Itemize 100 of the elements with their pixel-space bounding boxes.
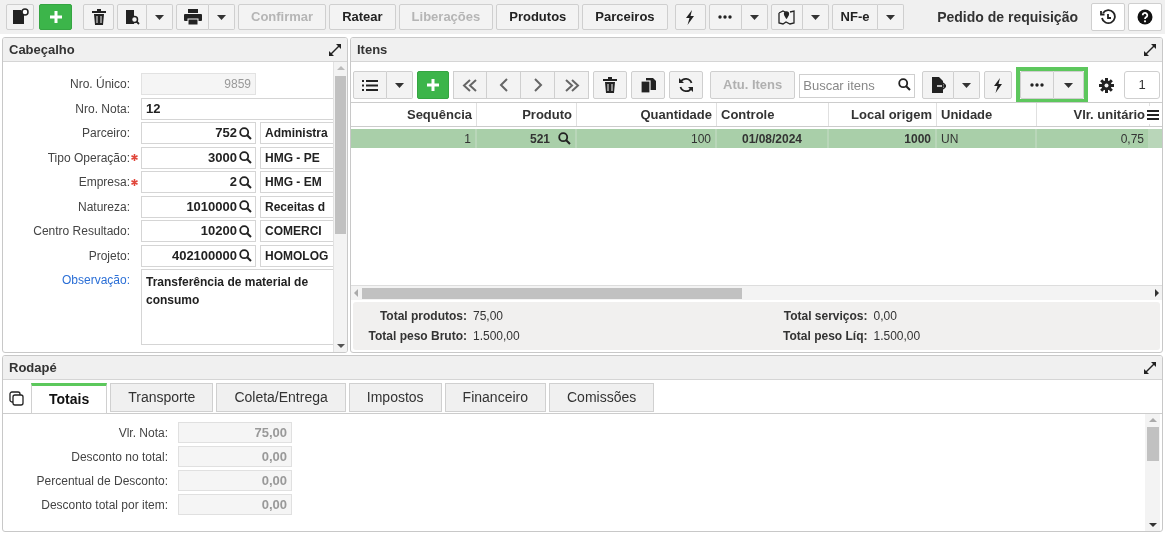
column-header[interactable]: Controle (717, 103, 829, 126)
new-document-button[interactable] (6, 4, 34, 30)
next-button[interactable] (521, 71, 555, 99)
search-icon (239, 126, 252, 140)
print-button[interactable] (176, 4, 209, 30)
search-icon (558, 132, 571, 145)
lookup-field[interactable]: 2 (141, 171, 256, 193)
total-label: Total peso Líq: (782, 328, 868, 345)
column-header[interactable]: Unidade (937, 103, 1037, 126)
search-icon (239, 249, 252, 262)
page-field[interactable]: 1 (1124, 71, 1160, 99)
tab[interactable]: Transporte (110, 383, 214, 412)
caret-icon (962, 82, 972, 88)
last-button[interactable] (555, 71, 589, 99)
panel-title: Cabeçalho (9, 40, 75, 59)
total-value: 0,00 (873, 308, 897, 325)
lookup-field[interactable]: 1010000 (141, 195, 256, 218)
tab[interactable]: Comissões (549, 383, 655, 412)
input-field[interactable]: HOMOLOG (260, 244, 333, 267)
dropdown-button[interactable] (387, 71, 413, 99)
field-label: Nro. Nota: (75, 100, 130, 118)
table-cell: 521 (477, 129, 575, 148)
total-value: 75,00 (473, 308, 504, 325)
input-field[interactable]: HMG - PE (260, 146, 333, 169)
expand-icon (1144, 361, 1156, 374)
total-value: 1.500,00 (473, 328, 520, 345)
action-button[interactable] (674, 4, 706, 30)
list-button[interactable] (353, 71, 387, 99)
table-cell: 01/08/2024 (717, 129, 827, 148)
add-button[interactable] (39, 4, 72, 30)
plus-icon (426, 78, 440, 92)
button[interactable]: Produtos (496, 4, 580, 30)
button[interactable]: Parceiros (582, 4, 668, 30)
dropdown-button[interactable] (147, 4, 173, 30)
tab[interactable]: Financeiro (444, 383, 546, 412)
lookup-field[interactable]: 752 (141, 122, 256, 144)
column-header[interactable]: Produto (477, 103, 577, 126)
action-button[interactable] (984, 71, 1013, 99)
search-field[interactable]: Buscar itens (799, 73, 916, 98)
more-button[interactable] (708, 4, 742, 30)
scrollbar[interactable] (1145, 414, 1160, 531)
history-button[interactable] (1091, 3, 1125, 31)
tab[interactable]: Impostos (348, 383, 442, 412)
input-field[interactable]: Receitas d (260, 195, 333, 218)
field-label: Parceiro: (81, 125, 130, 142)
field-label: Centro Resultado: (33, 223, 130, 240)
more-button[interactable] (1020, 71, 1055, 99)
panel-title: Rodapé (9, 358, 57, 377)
input-field[interactable]: Administra (260, 122, 333, 144)
button[interactable]: Ratear (329, 4, 396, 30)
tab[interactable]: Totais (31, 383, 108, 414)
first-button[interactable] (453, 71, 487, 99)
refresh-button[interactable] (669, 71, 703, 99)
history-icon (1100, 9, 1116, 25)
dropdown-button[interactable] (1054, 71, 1085, 99)
delete-button[interactable] (83, 4, 114, 30)
scrollbar[interactable] (333, 62, 347, 352)
plus-icon (48, 10, 63, 24)
text-area[interactable]: Transferência de material de consumo (141, 269, 333, 345)
more-icon (718, 15, 733, 19)
dropdown-button[interactable] (209, 4, 235, 30)
map-button[interactable] (770, 4, 803, 30)
map-pin-icon (778, 9, 796, 25)
input-field[interactable]: COMERCI (260, 220, 333, 242)
lookup-field[interactable]: 3000 (141, 146, 256, 169)
dropdown-button[interactable] (741, 4, 768, 30)
field-label: Desconto no total: (70, 448, 169, 466)
column-header[interactable]: Sequência (351, 103, 477, 126)
expand-icon (329, 43, 341, 56)
dropdown-button[interactable] (954, 71, 981, 99)
dropdown-button[interactable] (878, 4, 905, 30)
input-field[interactable]: 12 (141, 97, 333, 120)
caret-icon (217, 14, 226, 20)
printer-icon (183, 9, 202, 25)
copy-icon (640, 77, 656, 93)
input-field[interactable]: HMG - EM (260, 171, 333, 193)
table-row[interactable]: 1 521 100 01/08/2024 1000 UN 0,75 (351, 129, 1162, 148)
column-header[interactable]: Local origem (829, 103, 937, 126)
chevron-left-icon (498, 78, 509, 92)
delete-button[interactable] (593, 71, 627, 99)
caret-icon (810, 14, 820, 20)
lookup-field[interactable]: 402100000 (141, 244, 256, 267)
search-icon (239, 151, 252, 164)
lightning-icon (993, 77, 1004, 93)
trash-icon (603, 77, 617, 93)
search-icon (239, 175, 252, 189)
panel-title: Itens (357, 40, 388, 59)
copy-button[interactable] (631, 71, 665, 99)
lookup-field[interactable]: 10200 (141, 220, 256, 242)
button[interactable]: NF-e (831, 4, 879, 30)
column-header[interactable]: Quantidade (577, 103, 717, 126)
total-value: 1.500,00 (873, 328, 921, 345)
report-button[interactable] (117, 4, 147, 30)
horizontal-scrollbar[interactable] (351, 285, 1162, 300)
help-button[interactable] (1128, 3, 1162, 31)
previous-button[interactable] (487, 71, 521, 99)
dropdown-button[interactable] (802, 4, 829, 30)
field-label: Nro. Único: (69, 75, 130, 93)
export-button[interactable] (922, 71, 955, 99)
tab[interactable]: Coleta/Entrega (216, 383, 346, 412)
